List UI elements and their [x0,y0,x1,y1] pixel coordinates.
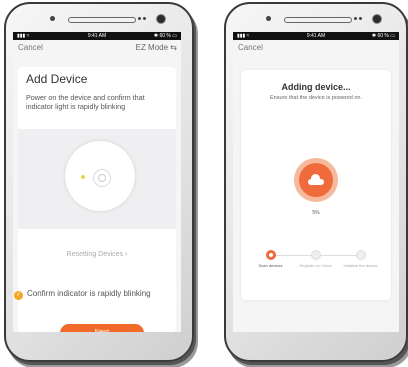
instruction-text: Power on the device and confirm that ind… [26,93,145,111]
nav-bar: Cancel [233,40,399,54]
speaker-grille [68,17,136,23]
progress-percent: 5% [312,210,320,216]
step-label: Scan devices. [258,263,284,268]
cancel-button[interactable]: Cancel [238,43,263,52]
cancel-button[interactable]: Cancel [18,43,43,52]
device-illustration [18,129,176,229]
cloud-icon [308,174,324,185]
resetting-devices-link[interactable]: Resetting Devices › [18,251,176,258]
step-scan: Scan devices. [251,250,291,268]
next-button[interactable]: Next [60,324,144,332]
step-dot-icon [356,250,366,260]
sensor-dot [50,16,55,21]
step-label: Register on Cloud. [299,263,333,268]
front-camera [156,14,166,24]
progress-ring [294,158,338,202]
nav-bar: Cancel EZ Mode ⇆ [13,40,181,54]
battery-icon: ✱ 60 % ▭ [371,33,395,39]
page-title: Adding device... [281,82,351,92]
battery-icon: ✱ 60 % ▭ [153,33,177,39]
device-icon [65,141,135,211]
check-icon: ✓ [14,291,23,300]
phone-frame-right: ▮▮▮ ≈ 9:41 AM ✱ 60 % ▭ Cancel Adding dev… [224,2,408,362]
subtitle-text: Ensure that the device is powered on. [269,95,363,101]
status-bar: ▮▮▮ ≈ 9:41 AM ✱ 60 % ▭ [13,32,181,40]
sensor-dot [266,16,271,21]
screen-add-device: ▮▮▮ ≈ 9:41 AM ✱ 60 % ▭ Cancel EZ Mode ⇆ … [13,32,181,332]
front-camera [372,14,382,24]
status-bar: ▮▮▮ ≈ 9:41 AM ✱ 60 % ▭ [233,32,399,40]
screen-adding-device: ▮▮▮ ≈ 9:41 AM ✱ 60 % ▭ Cancel Adding dev… [233,32,399,332]
step-indicator: Scan devices. Register on Cloud. Initial… [251,250,381,280]
phone-frame-left: ▮▮▮ ≈ 9:41 AM ✱ 60 % ▭ Cancel EZ Mode ⇆ … [4,2,194,362]
speaker-grille [284,17,352,23]
ez-mode-toggle[interactable]: EZ Mode ⇆ [136,43,177,52]
step-register: Register on Cloud. [296,250,336,268]
step-dot-icon [266,250,276,260]
page-title: Add Device [26,72,88,86]
confirm-label: Confirm indicator is rapidly blinking [27,289,151,298]
power-button-icon [93,169,111,187]
step-label: Initialize the device. [343,263,379,268]
indicator-led-icon [81,175,85,179]
step-dot-icon [311,250,321,260]
progress-center [299,163,333,197]
sensor-dots [138,17,150,21]
sensor-dots [354,17,366,21]
step-initialize: Initialize the device. [341,250,381,268]
confirm-indicator-checkbox[interactable]: ✓ Confirm indicator is rapidly blinking [14,289,167,300]
adding-device-card: Adding device... Ensure that the device … [241,70,391,300]
